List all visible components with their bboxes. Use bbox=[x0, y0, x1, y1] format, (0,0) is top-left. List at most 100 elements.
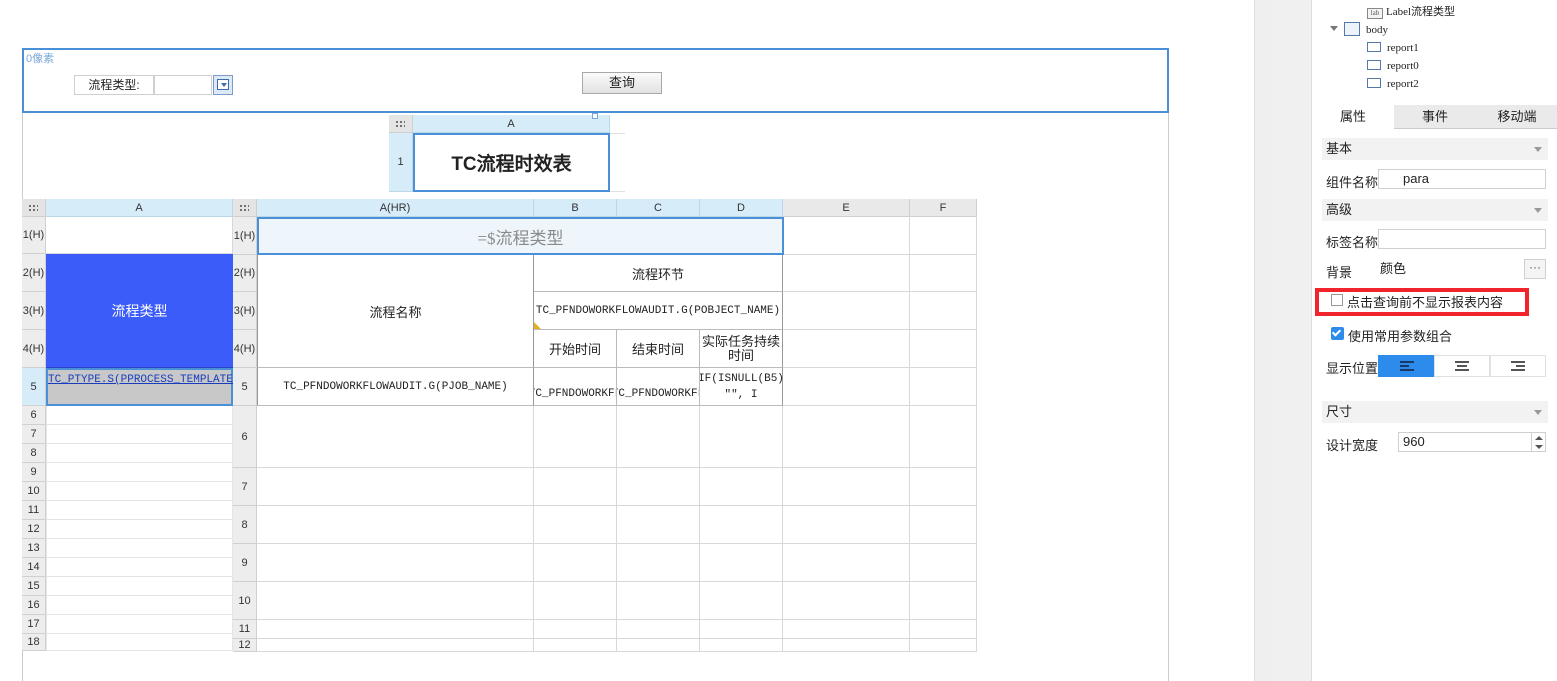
main-col-c-header[interactable]: C bbox=[617, 199, 700, 217]
main-grid-cell[interactable] bbox=[910, 544, 977, 582]
dropdown-button[interactable] bbox=[213, 75, 233, 95]
left-row-header[interactable]: 13 bbox=[22, 539, 46, 558]
main-grid-cell[interactable] bbox=[783, 217, 910, 255]
main-grid-cell[interactable] bbox=[617, 620, 700, 639]
main-grid-cell[interactable] bbox=[700, 639, 783, 652]
left-row-header[interactable]: 8 bbox=[22, 444, 46, 463]
main-grid-cell[interactable] bbox=[783, 255, 910, 292]
left-row-header[interactable]: 17 bbox=[22, 615, 46, 634]
main-grid-cell[interactable] bbox=[617, 544, 700, 582]
main-grid-cell[interactable] bbox=[534, 639, 617, 652]
main-grid-cell[interactable] bbox=[534, 544, 617, 582]
main-row-header[interactable]: 1(H) bbox=[233, 217, 257, 255]
report1-row-1-header[interactable]: 1 bbox=[389, 133, 413, 192]
main-row-header[interactable]: 9 bbox=[233, 544, 257, 582]
main-grid-cell[interactable] bbox=[910, 292, 977, 330]
report-title-cell[interactable]: TC流程时效表 bbox=[413, 133, 610, 192]
main-grid-cell[interactable] bbox=[617, 468, 700, 506]
component-name-input[interactable]: para bbox=[1378, 169, 1546, 189]
align-center-button[interactable] bbox=[1434, 355, 1490, 377]
job-name-formula-cell[interactable]: TC_PFNDOWORKFLOWAUDIT.G(PJOB_NAME) bbox=[257, 368, 534, 406]
object-name-formula-cell[interactable]: TC_PFNDOWORKFLOWAUDIT.G(POBJECT_NAME) bbox=[534, 292, 783, 330]
main-grid-cell[interactable] bbox=[257, 506, 534, 544]
duration-header[interactable]: 实际任务持续时间 bbox=[700, 330, 783, 368]
chevron-down-icon[interactable] bbox=[1535, 445, 1543, 449]
query-button[interactable]: 查询 bbox=[582, 72, 662, 94]
main-row-header[interactable]: 10 bbox=[233, 582, 257, 620]
main-grid-cell[interactable] bbox=[910, 506, 977, 544]
main-grid-cell[interactable] bbox=[700, 544, 783, 582]
main-grid-cell[interactable] bbox=[534, 468, 617, 506]
main-grid-cell[interactable] bbox=[257, 639, 534, 652]
main-grid-cell[interactable] bbox=[783, 582, 910, 620]
main-grid-cell[interactable] bbox=[617, 506, 700, 544]
process-type-header-cell[interactable]: 流程类型 bbox=[46, 254, 233, 368]
tree-item-body[interactable]: body bbox=[1330, 22, 1388, 36]
main-grid-cell[interactable] bbox=[783, 292, 910, 330]
left-row-header[interactable]: 6 bbox=[22, 406, 46, 425]
main-grid-cell[interactable] bbox=[783, 639, 910, 652]
d5-formula-cell[interactable]: =IF(ISNULL(B5), "", I bbox=[700, 368, 783, 406]
main-grid-cell[interactable] bbox=[910, 639, 977, 652]
main-grid-cell[interactable] bbox=[910, 330, 977, 368]
expand-icon[interactable] bbox=[1330, 26, 1338, 31]
process-type-label[interactable]: 流程类型: bbox=[74, 75, 154, 95]
chevron-up-icon[interactable] bbox=[1535, 436, 1543, 440]
tree-item-label[interactable]: lab Label流程类型 bbox=[1367, 3, 1455, 19]
left-row-header[interactable]: 12 bbox=[22, 520, 46, 539]
left-grid-cell[interactable] bbox=[46, 615, 233, 634]
left-grid-row1-cell[interactable] bbox=[46, 217, 233, 254]
left-row-header[interactable]: 14 bbox=[22, 558, 46, 577]
main-grid-cell[interactable] bbox=[783, 368, 910, 406]
main-grid-cell[interactable] bbox=[257, 544, 534, 582]
main-grid-cell[interactable] bbox=[617, 639, 700, 652]
left-grid-cell[interactable] bbox=[46, 577, 233, 596]
background-select[interactable]: 颜色 bbox=[1378, 259, 1524, 279]
main-grid-cell[interactable] bbox=[910, 406, 977, 468]
main-grid-cell[interactable] bbox=[700, 468, 783, 506]
section-basic[interactable]: 基本 bbox=[1322, 138, 1548, 160]
main-grid-cell[interactable] bbox=[534, 506, 617, 544]
process-name-header[interactable]: 流程名称 bbox=[257, 255, 534, 368]
main-grid-cell[interactable] bbox=[783, 468, 910, 506]
main-row-header[interactable]: 2(H) bbox=[233, 255, 257, 292]
tab-mobile[interactable]: 移动端 bbox=[1476, 105, 1557, 129]
main-row-header[interactable]: 4(H) bbox=[233, 330, 257, 368]
hide-before-query-label[interactable]: 点击查询前不显示报表内容 bbox=[1347, 292, 1503, 311]
main-grid-cell[interactable] bbox=[910, 368, 977, 406]
main-row-header[interactable]: 3(H) bbox=[233, 292, 257, 330]
left-grid-cell[interactable] bbox=[46, 425, 233, 444]
end-time-header[interactable]: 结束时间 bbox=[617, 330, 700, 368]
main-grid-cell[interactable] bbox=[910, 582, 977, 620]
start-time-header[interactable]: 开始时间 bbox=[534, 330, 617, 368]
section-size[interactable]: 尺寸 bbox=[1322, 401, 1548, 423]
tab-properties[interactable]: 属性 bbox=[1312, 105, 1394, 129]
tree-item-report1[interactable]: report1 bbox=[1367, 42, 1419, 54]
left-row-header[interactable]: 10 bbox=[22, 482, 46, 501]
main-col-a-header[interactable]: A(HR) bbox=[257, 199, 534, 217]
left-grid-cell[interactable] bbox=[46, 482, 233, 501]
left-row-header[interactable]: 11 bbox=[22, 501, 46, 520]
param-title-cell[interactable]: =$流程类型 bbox=[257, 217, 784, 255]
left-grid-select-all[interactable] bbox=[22, 199, 46, 217]
main-grid-cell[interactable] bbox=[910, 255, 977, 292]
main-grid-cell[interactable] bbox=[910, 217, 977, 255]
report1-col-a-header[interactable]: A bbox=[413, 115, 610, 133]
left-grid-col-a-header[interactable]: A bbox=[46, 199, 233, 217]
left-row-header[interactable]: 18 bbox=[22, 634, 46, 651]
main-grid-cell[interactable] bbox=[783, 330, 910, 368]
left-grid-cell[interactable] bbox=[46, 406, 233, 425]
main-grid-cell[interactable] bbox=[257, 468, 534, 506]
left-grid-cell[interactable] bbox=[46, 463, 233, 482]
left-row-header[interactable]: 9 bbox=[22, 463, 46, 482]
panel-splitter[interactable] bbox=[1254, 0, 1270, 681]
main-grid-cell[interactable] bbox=[534, 620, 617, 639]
left-grid-cell[interactable] bbox=[46, 501, 233, 520]
resize-handle[interactable] bbox=[592, 113, 598, 119]
left-row-header[interactable]: 5 bbox=[22, 368, 46, 406]
main-row-header[interactable]: 5 bbox=[233, 368, 257, 406]
main-col-f-header[interactable]: F bbox=[910, 199, 977, 217]
main-grid-cell[interactable] bbox=[783, 544, 910, 582]
process-type-data-cell[interactable]: TC_PTYPE.S(PPROCESS_TEMPLATEDISP) bbox=[46, 368, 266, 406]
left-grid-cell[interactable] bbox=[46, 596, 233, 615]
